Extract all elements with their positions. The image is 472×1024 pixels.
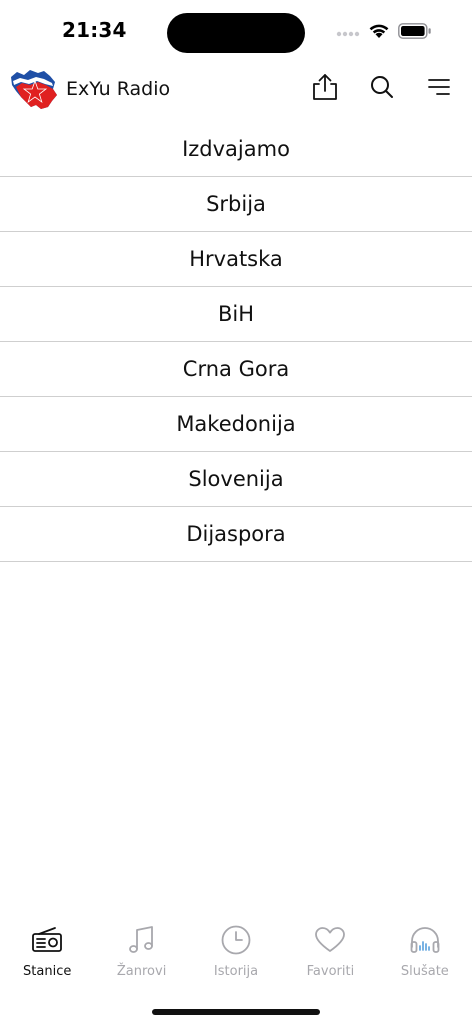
tab-bar: Stanice Žanrovi Istorija Favoriti Slušat… <box>0 922 472 992</box>
home-indicator <box>152 1009 320 1015</box>
list-item-bih[interactable]: BiH <box>0 287 472 342</box>
tab-label: Istorija <box>213 964 259 979</box>
list-item-hrvatska[interactable]: Hrvatska <box>0 232 472 287</box>
cellular-signal-icon <box>336 23 360 42</box>
tab-label: Favoriti <box>306 964 355 979</box>
list-item-dijaspora[interactable]: Dijaspora <box>0 507 472 562</box>
search-icon <box>369 74 395 104</box>
region-list: Izdvajamo Srbija Hrvatska BiH Crna Gora … <box>0 122 472 562</box>
status-bar: 21:34 <box>0 0 472 62</box>
list-item-slovenija[interactable]: Slovenija <box>0 452 472 507</box>
share-icon <box>311 72 339 106</box>
status-icons <box>336 22 432 43</box>
share-button[interactable] <box>308 72 342 106</box>
heart-icon <box>314 922 346 958</box>
battery-icon <box>398 22 432 43</box>
wifi-icon <box>368 22 390 43</box>
app-header: ExYu Radio <box>0 62 472 122</box>
clock-icon <box>220 922 252 958</box>
search-button[interactable] <box>365 72 399 106</box>
menu-button[interactable] <box>422 72 456 106</box>
headphones-icon <box>409 922 441 958</box>
tab-label: Stanice <box>23 964 72 979</box>
status-time: 21:34 <box>62 18 127 42</box>
tab-slusate[interactable]: Slušate <box>378 922 472 992</box>
tab-label: Žanrovi <box>116 964 167 979</box>
menu-icon <box>426 76 452 102</box>
tab-zanrovi[interactable]: Žanrovi <box>94 922 188 992</box>
music-note-icon <box>128 922 156 958</box>
list-item-izdvajamo[interactable]: Izdvajamo <box>0 122 472 177</box>
tab-stanice[interactable]: Stanice <box>0 922 94 992</box>
list-item-makedonija[interactable]: Makedonija <box>0 397 472 452</box>
tab-favoriti[interactable]: Favoriti <box>283 922 377 992</box>
dynamic-island <box>167 13 305 53</box>
app-title: ExYu Radio <box>66 78 171 100</box>
tab-istorija[interactable]: Istorija <box>189 922 283 992</box>
radio-icon <box>31 922 63 958</box>
list-item-srbija[interactable]: Srbija <box>0 177 472 232</box>
list-item-crna-gora[interactable]: Crna Gora <box>0 342 472 397</box>
yugoslavia-map-logo-icon <box>8 67 60 111</box>
tab-label: Slušate <box>400 964 449 979</box>
